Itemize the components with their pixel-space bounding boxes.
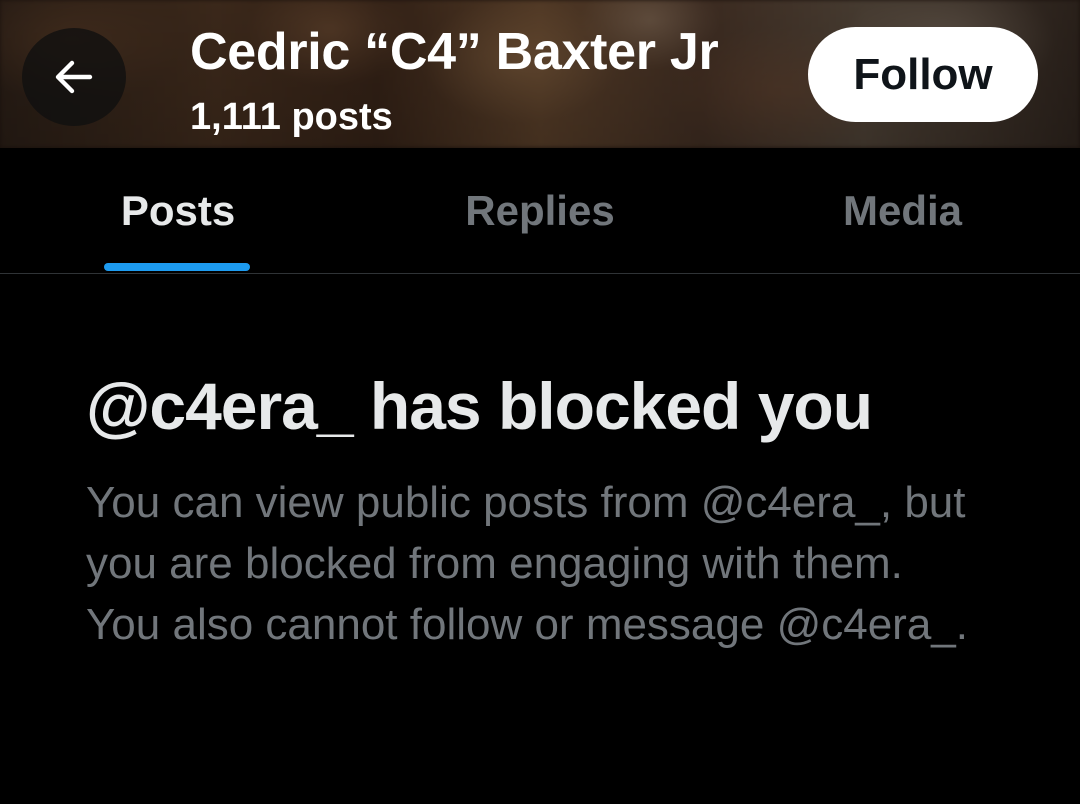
profile-header: Cedric “C4” Baxter Jr 1,111 posts Follow	[0, 0, 1080, 148]
back-button[interactable]	[22, 28, 126, 126]
profile-tabs: Posts Replies Media	[0, 148, 1080, 274]
profile-name: Cedric “C4” Baxter Jr	[190, 23, 719, 81]
active-tab-indicator	[104, 263, 250, 271]
tab-media[interactable]: Media	[800, 148, 1005, 273]
follow-button[interactable]: Follow	[808, 27, 1038, 122]
profile-page: Cedric “C4” Baxter Jr 1,111 posts Follow…	[0, 0, 1080, 804]
arrow-left-icon	[55, 60, 93, 94]
blocked-title: @c4era_ has blocked you	[86, 369, 873, 443]
blocked-description: You can view public posts from @c4era_, …	[86, 478, 968, 649]
post-count: 1,111 posts	[190, 96, 393, 138]
tab-posts[interactable]: Posts	[88, 148, 268, 273]
tab-replies[interactable]: Replies	[420, 148, 660, 273]
